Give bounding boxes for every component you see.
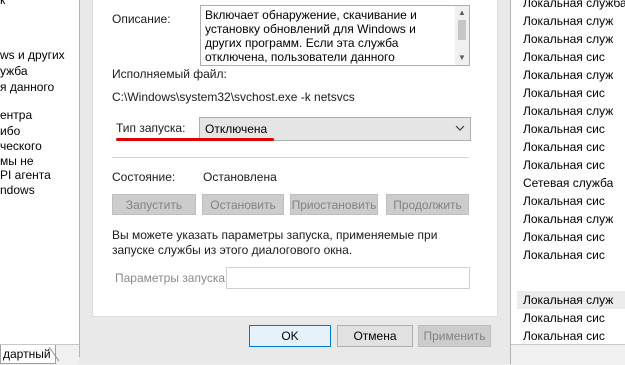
left-pane-text: мы не	[0, 154, 34, 168]
service-logon-cell[interactable]: Локальная служ	[517, 210, 625, 228]
service-logon-cell[interactable]: Локальная сис	[517, 48, 625, 66]
left-pane-text: к	[0, 0, 6, 7]
service-logon-cell[interactable]: Локальная сис	[517, 309, 625, 327]
left-pane-text: ибо	[0, 124, 21, 138]
state-label: Состояние:	[112, 170, 176, 184]
state-value: Остановлена	[203, 170, 277, 184]
startup-type-value: Отключена	[205, 122, 268, 136]
left-pane-text: ws и других	[0, 48, 65, 62]
service-logon-cell[interactable]: Локальная служ	[517, 102, 625, 120]
scroll-thumb[interactable]	[458, 20, 466, 40]
description-scrollbar[interactable]: ▲ ▼	[455, 6, 469, 65]
service-logon-cell[interactable]: Локальная сис	[517, 327, 625, 345]
service-logon-cell[interactable]: Локальная служ	[517, 291, 625, 309]
scroll-down-icon[interactable]: ▼	[457, 53, 467, 63]
service-logon-cell[interactable]: Локальная сис	[517, 192, 625, 210]
service-logon-cell[interactable]: Локальная служ	[517, 66, 625, 84]
service-logon-cell[interactable]: Локальная сис	[517, 156, 625, 174]
description-box[interactable]: Включает обнаружение, скачивание и устан…	[200, 5, 470, 66]
service-logon-cell[interactable]: Локальная сис	[517, 138, 625, 156]
tab-edge-icon	[48, 346, 60, 362]
apply-button[interactable]: Применить	[418, 325, 491, 347]
left-pane-text: ndows	[0, 183, 35, 197]
params-input[interactable]	[226, 267, 470, 289]
ok-button[interactable]: OK	[249, 325, 331, 347]
dialog-footer	[79, 357, 509, 364]
executable-path: C:\Windows\system32\svchost.exe -k netsv…	[112, 90, 355, 104]
executable-label: Исполняемый файл:	[112, 67, 227, 81]
resume-button[interactable]: Продолжить	[386, 194, 469, 215]
cancel-button[interactable]: Отмена	[337, 325, 413, 347]
left-pane-text: я данного	[0, 80, 55, 94]
description-text: Включает обнаружение, скачивание и устан…	[205, 8, 417, 65]
service-logon-cell[interactable]: Сетевая служба	[517, 174, 625, 192]
left-pane-text: ужба	[0, 64, 28, 78]
service-logon-cell[interactable]: Локальная сис	[517, 246, 625, 264]
pause-button[interactable]: Приостановить	[290, 194, 378, 215]
service-logon-cell[interactable]: Локальная сис	[517, 120, 625, 138]
left-pane-text: ческого	[0, 139, 42, 153]
left-pane-text: PI агента	[0, 168, 51, 182]
chevron-down-icon	[455, 125, 465, 131]
service-logon-cell[interactable]: Локальная служ	[517, 12, 625, 30]
params-hint: Вы можете указать параметры запуска, при…	[112, 228, 438, 257]
startup-type-label: Тип запуска:	[116, 121, 186, 135]
start-button[interactable]: Запустить	[112, 194, 196, 215]
separator	[112, 157, 469, 158]
stop-button[interactable]: Остановить	[202, 194, 284, 215]
description-label: Описание:	[112, 12, 171, 26]
left-pane: к ws и других ужба я данного ентра ибо ч…	[0, 0, 65, 344]
params-label: Параметры запуска:	[115, 271, 229, 285]
highlight-underline	[116, 138, 274, 141]
left-pane-text: ентра	[0, 108, 33, 122]
service-logon-cell[interactable]: Локальная сис	[517, 228, 625, 246]
service-logon-cell[interactable]: Локальная служ	[517, 30, 625, 48]
service-logon-cell[interactable]: Локальная служба	[517, 0, 625, 12]
scroll-up-icon[interactable]: ▲	[457, 8, 467, 18]
service-logon-cell[interactable]: Локальная сис	[517, 84, 625, 102]
